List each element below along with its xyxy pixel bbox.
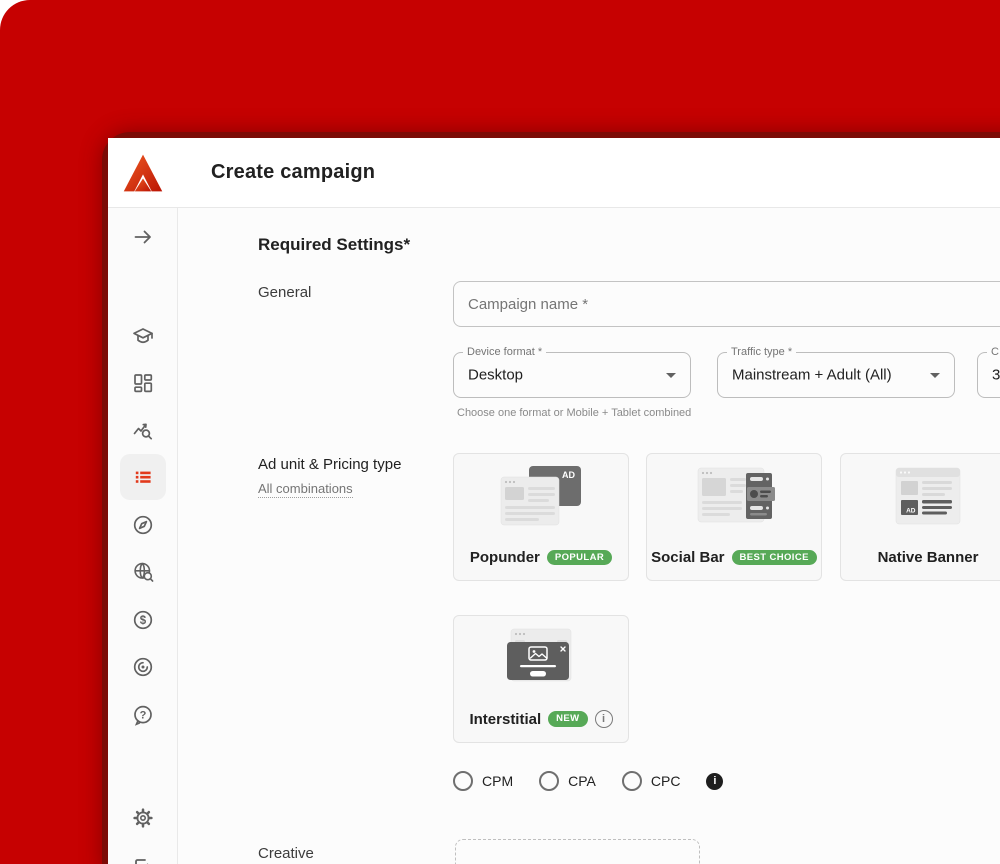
interstitial-info-icon[interactable]: i — [594, 710, 613, 728]
radio-label: CPA — [568, 773, 596, 789]
graduation-cap-icon — [133, 328, 153, 343]
pricing-radio-cpm[interactable]: CPM — [453, 771, 513, 791]
sidebar-item-conversions[interactable] — [123, 647, 163, 687]
arrow-right-icon — [134, 230, 151, 244]
content: Required Settings* General Device format… — [178, 208, 1000, 864]
sidebar-item-explore[interactable] — [123, 505, 163, 545]
traffic-type-label: Traffic type * — [727, 346, 797, 358]
logo-cell[interactable] — [108, 138, 178, 208]
radio-icon — [621, 771, 642, 791]
screen: $ ? Create campaign Required Settings* G… — [0, 0, 1000, 864]
section-title: Required Settings* — [258, 235, 411, 254]
partial-select-value: 3 — [992, 366, 1000, 384]
chevron-down-icon — [930, 373, 940, 378]
popular-badge: POPULAR — [546, 549, 613, 566]
chart-search-icon — [133, 423, 153, 440]
card-title: Interstitial — [469, 710, 542, 728]
interstitial-illustration-icon — [507, 628, 572, 682]
ad-unit-card-popunder[interactable]: AD Popunder POPULAR — [453, 453, 629, 581]
svg-text:$: $ — [140, 615, 147, 627]
radio-label: CPM — [482, 773, 514, 789]
pricing-radio-cpc[interactable]: CPC — [621, 771, 681, 791]
ad-unit-card-social-bar[interactable]: Social Bar BEST CHOICE — [646, 453, 822, 581]
ad-unit-card-native-banner[interactable]: AD Native Banner — [840, 453, 1000, 581]
radio-icon — [539, 771, 560, 791]
best-choice-badge: BEST CHOICE — [731, 549, 817, 566]
sidebar-item-traffic[interactable] — [123, 552, 163, 592]
social-bar-illustration-icon — [697, 467, 775, 523]
sidebar-item-campaigns[interactable] — [123, 457, 163, 497]
pricing-info-icon[interactable]: i — [706, 772, 724, 790]
sidebar: $ ? — [108, 138, 178, 864]
svg-text:?: ? — [140, 710, 147, 722]
svg-text:AD: AD — [906, 508, 916, 515]
compass-icon — [133, 515, 153, 535]
svg-text:AD: AD — [562, 470, 575, 480]
pricing-radio-cpa[interactable]: CPA — [539, 771, 596, 791]
globe-search-icon — [134, 562, 154, 582]
sidebar-item-finance[interactable]: $ — [123, 600, 163, 640]
adsterra-logo-icon — [123, 154, 163, 191]
chevron-down-icon — [666, 373, 676, 378]
page-title: Create campaign — [211, 161, 376, 183]
new-badge: NEW — [548, 711, 588, 727]
sidebar-item-help[interactable]: ? — [123, 695, 163, 735]
popunder-illustration-icon: AD — [500, 466, 581, 526]
sidebar-item-logout[interactable] — [123, 848, 163, 864]
ad-unit-card-interstitial[interactable]: Interstitial NEW i — [453, 615, 629, 743]
header: Create campaign — [178, 138, 1000, 208]
all-combinations-link[interactable]: All combinations — [258, 481, 353, 498]
card-title: Popunder — [469, 549, 540, 566]
gear-icon — [133, 808, 153, 828]
creative-upload-dropzone[interactable] — [455, 839, 700, 864]
partial-select[interactable]: C 3 — [977, 346, 1000, 398]
radio-label: CPC — [650, 773, 681, 789]
radio-icon — [453, 771, 473, 791]
creative-label: Creative — [258, 845, 314, 862]
ad-unit-label: Ad unit & Pricing type — [258, 456, 402, 473]
card-title: Native Banner — [877, 549, 979, 566]
app-window: $ ? Create campaign Required Settings* G… — [102, 132, 1000, 864]
device-format-label: Device format * — [463, 346, 547, 358]
device-format-select[interactable]: Device format * Desktop — [453, 346, 691, 398]
question-bubble-icon: ? — [134, 705, 152, 726]
list-icon — [135, 471, 151, 483]
sidebar-item-dashboard[interactable] — [123, 363, 163, 403]
partial-select-label: C — [987, 346, 1000, 358]
device-format-helper: Choose one format or Mobile + Tablet com… — [457, 407, 692, 419]
dollar-icon: $ — [133, 610, 153, 630]
native-banner-illustration-icon: AD — [895, 467, 961, 525]
sidebar-item-academy[interactable] — [123, 316, 163, 356]
logout-icon — [135, 859, 149, 864]
pricing-type-group: CPM CPA CPC i — [453, 771, 724, 791]
target-icon — [133, 657, 153, 677]
traffic-type-select[interactable]: Traffic type * Mainstream + Adult (All) — [717, 346, 955, 398]
card-title: Social Bar — [651, 549, 725, 566]
campaign-name-input[interactable] — [453, 281, 1000, 327]
dashboard-grid-icon — [134, 374, 153, 393]
device-format-value: Desktop — [468, 366, 524, 384]
sidebar-item-settings[interactable] — [123, 798, 163, 838]
general-label: General — [258, 284, 312, 301]
traffic-type-value: Mainstream + Adult (All) — [732, 366, 892, 384]
sidebar-item-collapse[interactable] — [123, 217, 163, 257]
sidebar-item-statistics[interactable] — [123, 411, 163, 451]
